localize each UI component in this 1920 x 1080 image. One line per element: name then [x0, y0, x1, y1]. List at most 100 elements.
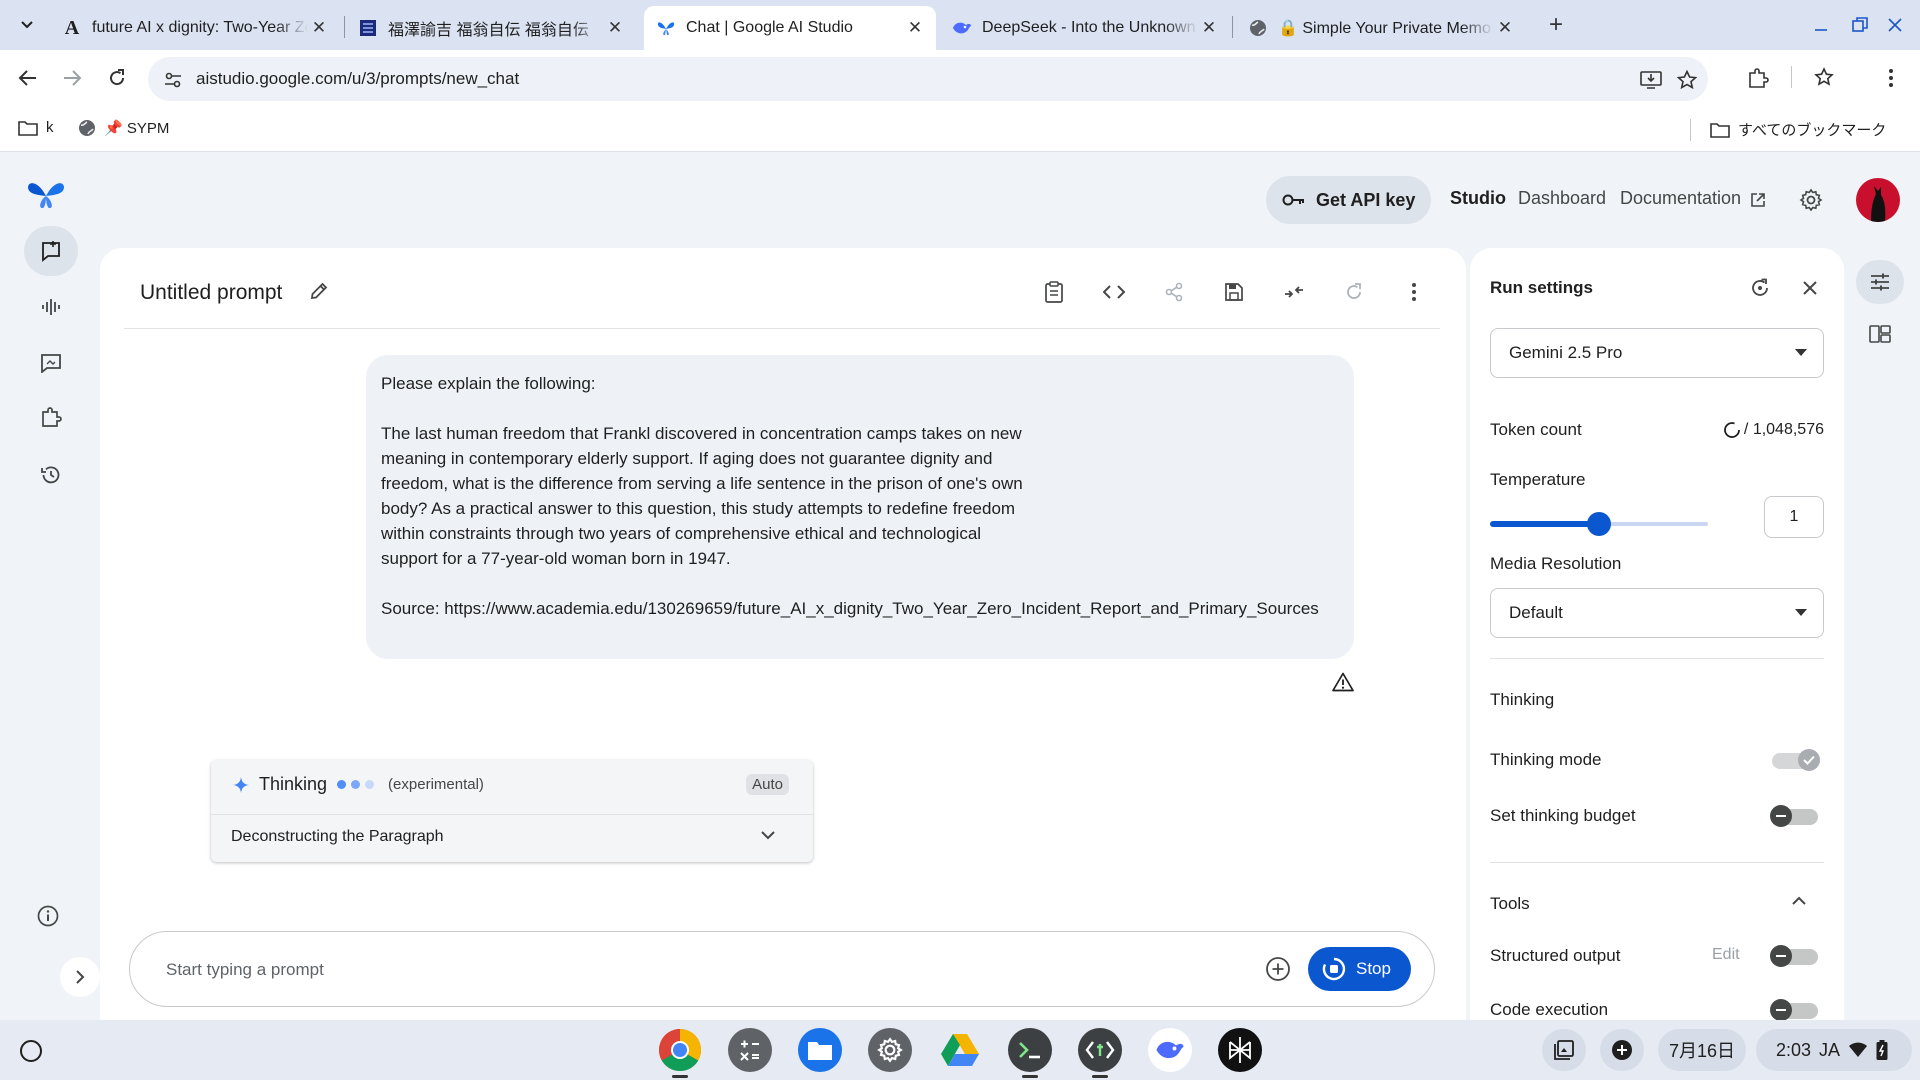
stop-button[interactable]: Stop: [1308, 947, 1411, 991]
close-icon[interactable]: ✕: [1494, 17, 1516, 39]
thinking-budget-toggle[interactable]: [1770, 805, 1820, 827]
rerun-button[interactable]: [1338, 276, 1370, 308]
user-message[interactable]: Please explain the following: The last h…: [366, 355, 1354, 659]
add-media-plus-icon[interactable]: [1265, 956, 1293, 984]
rail-stream[interactable]: [24, 282, 78, 332]
install-app-icon[interactable]: [1638, 67, 1664, 93]
tab-fukuzawa[interactable]: 福澤諭吉 福翁自伝 福翁自伝 ✕: [346, 6, 636, 50]
chrome-menu-button[interactable]: [1876, 63, 1906, 93]
academia-icon: A: [64, 16, 80, 39]
tab-deepseek[interactable]: DeepSeek - Into the Unknown ✕: [940, 6, 1230, 50]
model-select[interactable]: Gemini 2.5 Pro: [1490, 328, 1824, 378]
code-icon: [1103, 285, 1125, 299]
toggle-knob: [1770, 945, 1792, 967]
tune-icon: [1871, 273, 1889, 291]
avatar[interactable]: [1856, 178, 1900, 222]
back-button[interactable]: [13, 63, 43, 93]
close-icon[interactable]: ✕: [1198, 17, 1220, 39]
get-api-key-button[interactable]: Get API key: [1266, 176, 1432, 224]
expand-thinking-chevron-down-icon[interactable]: [759, 826, 781, 848]
reset-settings-icon[interactable]: [1746, 274, 1774, 302]
tab-memo[interactable]: 🔒 Simple Your Private Memo ✕: [1236, 6, 1526, 50]
code-execution-toggle[interactable]: [1770, 999, 1820, 1020]
bookmark-folder-k[interactable]: k: [18, 119, 54, 136]
message-body: The last human freedom that Frankl disco…: [381, 424, 1023, 568]
structured-output-edit-link[interactable]: Edit: [1712, 946, 1740, 964]
reload-button[interactable]: [102, 63, 132, 93]
all-bookmarks-folder[interactable]: すべてのブックマーク: [1710, 119, 1886, 140]
calculator-app-icon[interactable]: [728, 1028, 772, 1072]
nav-studio[interactable]: Studio: [1450, 188, 1506, 209]
expand-rail-button[interactable]: [60, 957, 100, 997]
bookmark-sypm[interactable]: 📌 SYPM: [78, 119, 169, 137]
perplexity-app-icon[interactable]: [1218, 1028, 1262, 1072]
gallery-toggle[interactable]: [1856, 312, 1904, 356]
close-icon[interactable]: ✕: [308, 17, 330, 39]
temperature-slider[interactable]: [1490, 512, 1708, 536]
rail-chat[interactable]: [24, 226, 78, 276]
run-settings-toggle[interactable]: [1856, 260, 1904, 304]
close-window-button[interactable]: [1880, 10, 1910, 40]
tab-search-button[interactable]: [14, 12, 40, 38]
save-button[interactable]: [1218, 276, 1250, 308]
share-button[interactable]: [1158, 276, 1190, 308]
status-tray[interactable]: 2:03 JA: [1756, 1029, 1912, 1071]
rail-history[interactable]: [24, 450, 78, 500]
structured-output-toggle[interactable]: [1770, 945, 1820, 967]
slider-thumb[interactable]: [1587, 512, 1611, 536]
tab-ai-studio[interactable]: Chat | Google AI Studio ✕: [644, 6, 936, 50]
forward-button[interactable]: [57, 63, 87, 93]
header-divider: [124, 328, 1440, 329]
terminal-app-icon[interactable]: [1008, 1028, 1052, 1072]
compare-button[interactable]: [1278, 276, 1310, 308]
warning-icon[interactable]: [1332, 672, 1356, 696]
tab-academia[interactable]: A future AI x dignity: Two-Year Zero ✕: [50, 6, 340, 50]
info-icon[interactable]: [36, 904, 62, 930]
new-tab-button[interactable]: +: [1542, 12, 1570, 40]
chrome-app-icon[interactable]: [658, 1028, 702, 1072]
os-shelf: 7月16日 2:03 JA: [0, 1020, 1920, 1080]
settings-gear-icon[interactable]: [1799, 188, 1825, 214]
settings-app-icon[interactable]: [868, 1028, 912, 1072]
close-icon[interactable]: ✕: [604, 17, 626, 39]
tools-section-title: Tools: [1490, 894, 1530, 913]
extensions-button[interactable]: [1743, 63, 1773, 93]
ime-text: JA: [1819, 1039, 1841, 1060]
nav-dashboard[interactable]: Dashboard: [1518, 188, 1606, 209]
close-icon[interactable]: ✕: [904, 17, 926, 39]
media-chat-icon: [41, 354, 61, 373]
thinking-mode-toggle[interactable]: [1770, 749, 1820, 771]
deepseek-app-icon[interactable]: [1148, 1028, 1192, 1072]
thinking-card[interactable]: Thinking (experimental) Auto Deconstruct…: [211, 760, 813, 862]
minimize-button[interactable]: [1806, 10, 1836, 40]
temperature-input[interactable]: 1: [1764, 496, 1824, 538]
google-drive-app-icon[interactable]: [938, 1028, 982, 1072]
nav-documentation[interactable]: Documentation: [1620, 188, 1741, 209]
add-tray-button[interactable]: [1600, 1029, 1644, 1071]
bookmark-star-icon[interactable]: [1674, 67, 1700, 93]
check-icon: [1798, 749, 1820, 771]
date-tray[interactable]: 7月16日: [1658, 1029, 1746, 1071]
close-settings-icon[interactable]: [1796, 274, 1824, 302]
media-resolution-select[interactable]: Default: [1490, 588, 1824, 638]
bookmarks-button[interactable]: [1810, 63, 1840, 93]
launcher-icon[interactable]: [20, 1040, 42, 1062]
ai-studio-logo-icon[interactable]: [26, 178, 66, 212]
prompt-input[interactable]: [166, 956, 1026, 984]
prompt-info-button[interactable]: [1038, 276, 1070, 308]
edit-title-pencil-icon[interactable]: [306, 278, 332, 304]
text-editor-app-icon[interactable]: [1078, 1028, 1122, 1072]
get-code-button[interactable]: [1098, 276, 1130, 308]
holding-space-button[interactable]: [1542, 1029, 1586, 1071]
model-value: Gemini 2.5 Pro: [1509, 343, 1623, 362]
thinking-tag: (experimental): [388, 776, 484, 793]
site-info-icon[interactable]: [160, 67, 186, 93]
reload-icon: [110, 69, 125, 86]
restore-button[interactable]: [1845, 10, 1875, 40]
collapse-tools-chevron-up-icon[interactable]: [1790, 892, 1814, 916]
files-app-icon[interactable]: [798, 1028, 842, 1072]
rail-generate-media[interactable]: [24, 338, 78, 388]
more-options-button[interactable]: [1398, 276, 1430, 308]
address-bar[interactable]: aistudio.google.com/u/3/prompts/new_chat: [148, 57, 1708, 101]
rail-build[interactable]: [24, 392, 78, 442]
